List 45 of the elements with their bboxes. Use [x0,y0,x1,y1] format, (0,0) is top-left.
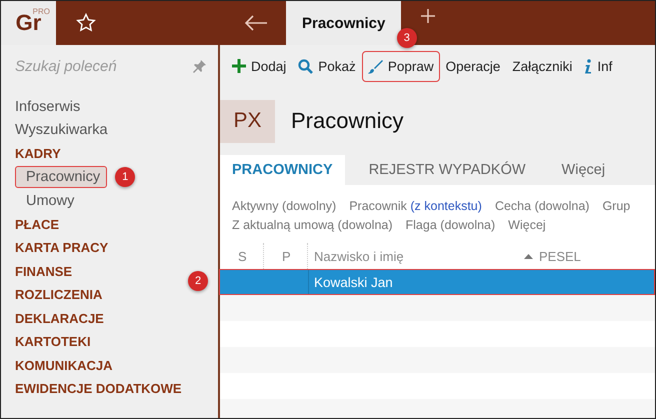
column-header[interactable]: Nazwisko i imię [308,243,518,269]
star-icon[interactable] [76,13,96,33]
toolbar-button[interactable]: Operacje [440,50,506,82]
column-header[interactable]: PESEL [518,243,655,269]
sidebar-item[interactable]: Infoserwis [14,98,82,116]
sidebar-section[interactable]: DEKLARACJE [14,310,105,327]
plus-icon[interactable] [421,9,436,23]
toolbar-button[interactable]: Inf [578,50,618,82]
info-icon [584,58,592,74]
sidebar-section[interactable]: EWIDENCJE DODATKOWE [14,380,183,398]
filter-link[interactable]: Więcej [508,216,546,235]
toolbar-button[interactable]: Pokaż [292,50,362,82]
sidebar-section[interactable]: KADRY [14,145,62,162]
toolbar-button[interactable]: Dodaj [226,50,292,82]
brush-icon [368,58,383,74]
sidebar-section[interactable]: ROZLICZENIA [14,286,104,304]
search-field[interactable]: Szukaj poleceń [13,56,177,76]
filter-link[interactable]: Aktywny (dowolny) [232,197,336,216]
tab[interactable]: Pracownicy [286,1,402,45]
sidebar-section[interactable]: KOMUNIKACJA [14,356,114,374]
sidebar-item[interactable]: Wyszukiwarka [14,121,109,140]
search-icon [298,58,314,74]
sidebar-section[interactable]: PŁACE [14,216,60,233]
sidebar-section[interactable]: KARTA PRACY [14,239,110,256]
filter-link[interactable]: Cecha (dowolna) [494,197,590,216]
page-title: Pracownicy [291,108,404,134]
sidebar-item[interactable]: Pracownicy [15,166,108,188]
sidebar-section[interactable]: FINANSE [14,262,74,280]
callout-badge: 1 [115,167,136,188]
logo-superscript: PRO [32,7,50,16]
module-badge: PX [220,100,275,142]
sidebar-item[interactable]: Umowy [15,190,82,212]
filter-link[interactable]: Pracownik (z kontekstu) [349,197,482,216]
tab[interactable]: PRACOWNICY [220,155,345,185]
back-arrow-icon[interactable] [244,14,268,32]
filter-link[interactable]: Flaga (dowolna) [406,216,496,235]
filter-link[interactable]: Z aktualną umową (dowolna) [232,216,393,235]
tab[interactable]: Więcej [550,155,618,185]
filter-link[interactable]: Grup [602,197,630,216]
toolbar-button[interactable]: Załączniki [506,50,578,82]
sidebar-section[interactable]: KARTOTEKI [14,333,92,350]
tab[interactable]: REJESTR WYPADKÓW [356,155,538,185]
plus-icon [232,59,246,73]
sort-arrow-icon [524,254,533,258]
app-logo[interactable]: GrPRO [1,1,56,45]
